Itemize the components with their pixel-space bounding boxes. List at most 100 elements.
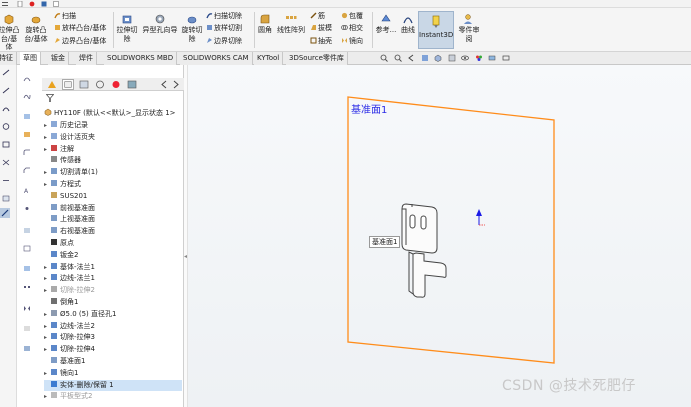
stretch-tool-icon[interactable] <box>23 325 31 332</box>
section-view-icon[interactable] <box>421 54 429 62</box>
revolve-cut-button[interactable]: 旋转切除 <box>181 13 203 43</box>
reference-plane[interactable] <box>347 96 555 364</box>
hide-show-icon[interactable] <box>461 54 470 62</box>
boundary-cut-button[interactable]: 边界切除 <box>206 37 242 46</box>
tree-item[interactable]: ▸ 基体-法兰1 <box>44 262 182 273</box>
dimension-tool-icon[interactable] <box>2 177 10 184</box>
zoom-area-icon[interactable] <box>394 54 402 62</box>
point-tool-icon[interactable] <box>23 205 31 212</box>
tab-3dsource[interactable]: 3DSource零件库 <box>286 52 348 65</box>
convert-tool-icon[interactable] <box>23 131 31 138</box>
tab-sheet-metal[interactable]: 钣金 <box>48 52 69 65</box>
tree-item[interactable]: ▸ 切除-拉伸2 <box>44 285 182 296</box>
reference-geometry-button[interactable]: 参考... <box>374 13 398 35</box>
boundary-boss-button[interactable]: 边界凸台/基体 <box>54 37 106 46</box>
intersect-button[interactable]: 相交 <box>341 24 363 33</box>
revolve-boss-button[interactable]: 旋转凸台/基体 <box>24 13 48 43</box>
part-review-button[interactable]: 零件审阅 <box>456 13 482 43</box>
tree-item[interactable]: SUS201 <box>44 191 182 202</box>
tree-item[interactable]: 实体-删除/保留 1 <box>44 379 182 391</box>
repair-tool-icon[interactable] <box>23 345 31 352</box>
tree-item[interactable]: ▸ 平板型式2 <box>44 391 182 402</box>
view-orientation-icon[interactable] <box>434 54 442 62</box>
text-tool-icon[interactable]: A <box>23 187 31 194</box>
zoom-to-fit-icon[interactable] <box>380 54 388 62</box>
record-icon[interactable] <box>29 1 35 7</box>
active-tool-icon[interactable] <box>0 208 10 218</box>
tab-features[interactable]: 特征 <box>0 52 17 65</box>
tree-item[interactable]: ▸ 历史记录 <box>44 120 182 131</box>
display-tab-icon[interactable] <box>110 79 122 90</box>
model-canvas[interactable] <box>188 65 691 407</box>
cam-tab-icon[interactable] <box>126 79 138 90</box>
edit-appearance-icon[interactable] <box>475 54 483 62</box>
tree-item[interactable]: ▸ 注解 <box>44 144 182 155</box>
mirror-tool-icon[interactable] <box>23 305 31 312</box>
arc-tool-icon[interactable] <box>2 105 10 112</box>
curves-button[interactable]: 曲线 <box>399 13 417 35</box>
display-style-icon[interactable] <box>448 54 456 62</box>
trim-tool-icon[interactable] <box>2 159 10 166</box>
block-tool-icon[interactable] <box>23 265 31 272</box>
grid-tool-icon[interactable] <box>23 245 31 252</box>
graphics-viewport[interactable]: 基准面1 基准面1 CSDN @技术死肥仔 <box>188 65 691 407</box>
lofted-cut-button[interactable]: 放样切割 <box>206 24 242 33</box>
tree-item[interactable]: 右视基准面 <box>44 226 182 237</box>
previous-view-icon[interactable] <box>407 54 415 62</box>
dimxpert-tab-icon[interactable] <box>94 79 106 90</box>
tree-item[interactable]: ▸ 镜向1 <box>44 368 182 379</box>
fillet-tool-icon[interactable] <box>23 149 31 156</box>
tree-item[interactable]: ▸ 切除-拉伸4 <box>44 344 182 355</box>
property-tab-icon[interactable] <box>62 79 74 90</box>
tree-item[interactable]: ▸ 方程式 <box>44 179 182 190</box>
hole-wizard-button[interactable]: 异型孔向导 <box>141 13 179 35</box>
tree-item[interactable]: ▸ 切割清单(1) <box>44 167 182 178</box>
tree-item[interactable]: 基准面1 <box>44 356 182 367</box>
tree-item[interactable]: 传感器 <box>44 155 182 166</box>
extrude-cut-button[interactable]: 拉伸切除 <box>116 13 138 43</box>
wrap-button[interactable]: 包覆 <box>341 12 363 21</box>
view-settings-icon[interactable] <box>502 54 510 62</box>
rib-button[interactable]: 筋 <box>310 12 325 21</box>
chamfer-tool-icon[interactable] <box>23 167 31 174</box>
sweep-button[interactable]: 扫描 <box>54 12 76 21</box>
tab-scroll-left-icon[interactable] <box>158 79 170 90</box>
feature-tree-tab-icon[interactable] <box>46 79 58 90</box>
part-root[interactable]: HY110F (默认<<默认>_显示状态 1> <box>44 108 176 119</box>
tree-item[interactable]: ▸ Ø5.0 (5) 直径孔1 <box>44 309 182 320</box>
tab-sketch[interactable]: 草图 <box>20 52 41 65</box>
shell-button[interactable]: 抽壳 <box>310 37 332 46</box>
save-icon[interactable] <box>41 1 47 7</box>
apply-scene-icon[interactable] <box>488 54 496 62</box>
tree-item[interactable]: 倒角1 <box>44 297 182 308</box>
tree-item[interactable]: 前视基准面 <box>44 203 182 214</box>
sketch-tool-icon[interactable] <box>2 69 10 76</box>
tree-item[interactable]: 钣金2 <box>44 250 182 261</box>
swept-cut-button[interactable]: 扫描切除 <box>206 12 242 21</box>
linear-pattern-button[interactable]: 线性阵列 <box>275 13 307 35</box>
tree-item[interactable]: 原点 <box>44 238 182 249</box>
curve-tool-icon[interactable] <box>23 75 31 82</box>
instant3d-button[interactable]: Instant3D <box>418 11 454 49</box>
draft-button[interactable]: 拔模 <box>310 24 332 33</box>
fillet-button[interactable]: 圆角 <box>256 13 274 35</box>
rect-tool-icon[interactable] <box>2 141 10 148</box>
bracket-part[interactable] <box>401 203 447 298</box>
filter-icon[interactable] <box>46 94 54 102</box>
extrude-boss-button[interactable]: 拉伸凸台/基体 <box>0 13 20 52</box>
line-tool-icon[interactable] <box>2 87 10 94</box>
relation-tool-icon[interactable] <box>2 195 10 202</box>
circle-tool-icon[interactable] <box>2 123 10 130</box>
new-doc-icon[interactable] <box>17 1 23 7</box>
tree-item[interactable]: ▸ 设计活页夹 <box>44 132 182 143</box>
config-tab-icon[interactable] <box>78 79 90 90</box>
loft-boss-button[interactable]: 放样凸台/基体 <box>54 24 106 33</box>
mirror-button[interactable]: 镜向 <box>341 37 363 46</box>
tree-item[interactable]: 上视基准面 <box>44 214 182 225</box>
tab-weldments[interactable]: 焊件 <box>76 52 97 65</box>
tree-item[interactable]: ▸ 边线-法兰2 <box>44 321 182 332</box>
spline-tool-icon[interactable] <box>23 93 31 100</box>
pattern-tool-icon[interactable] <box>23 285 31 292</box>
offset-tool-icon[interactable] <box>23 113 31 120</box>
collapse-handle-icon[interactable]: ◂ <box>184 253 187 260</box>
